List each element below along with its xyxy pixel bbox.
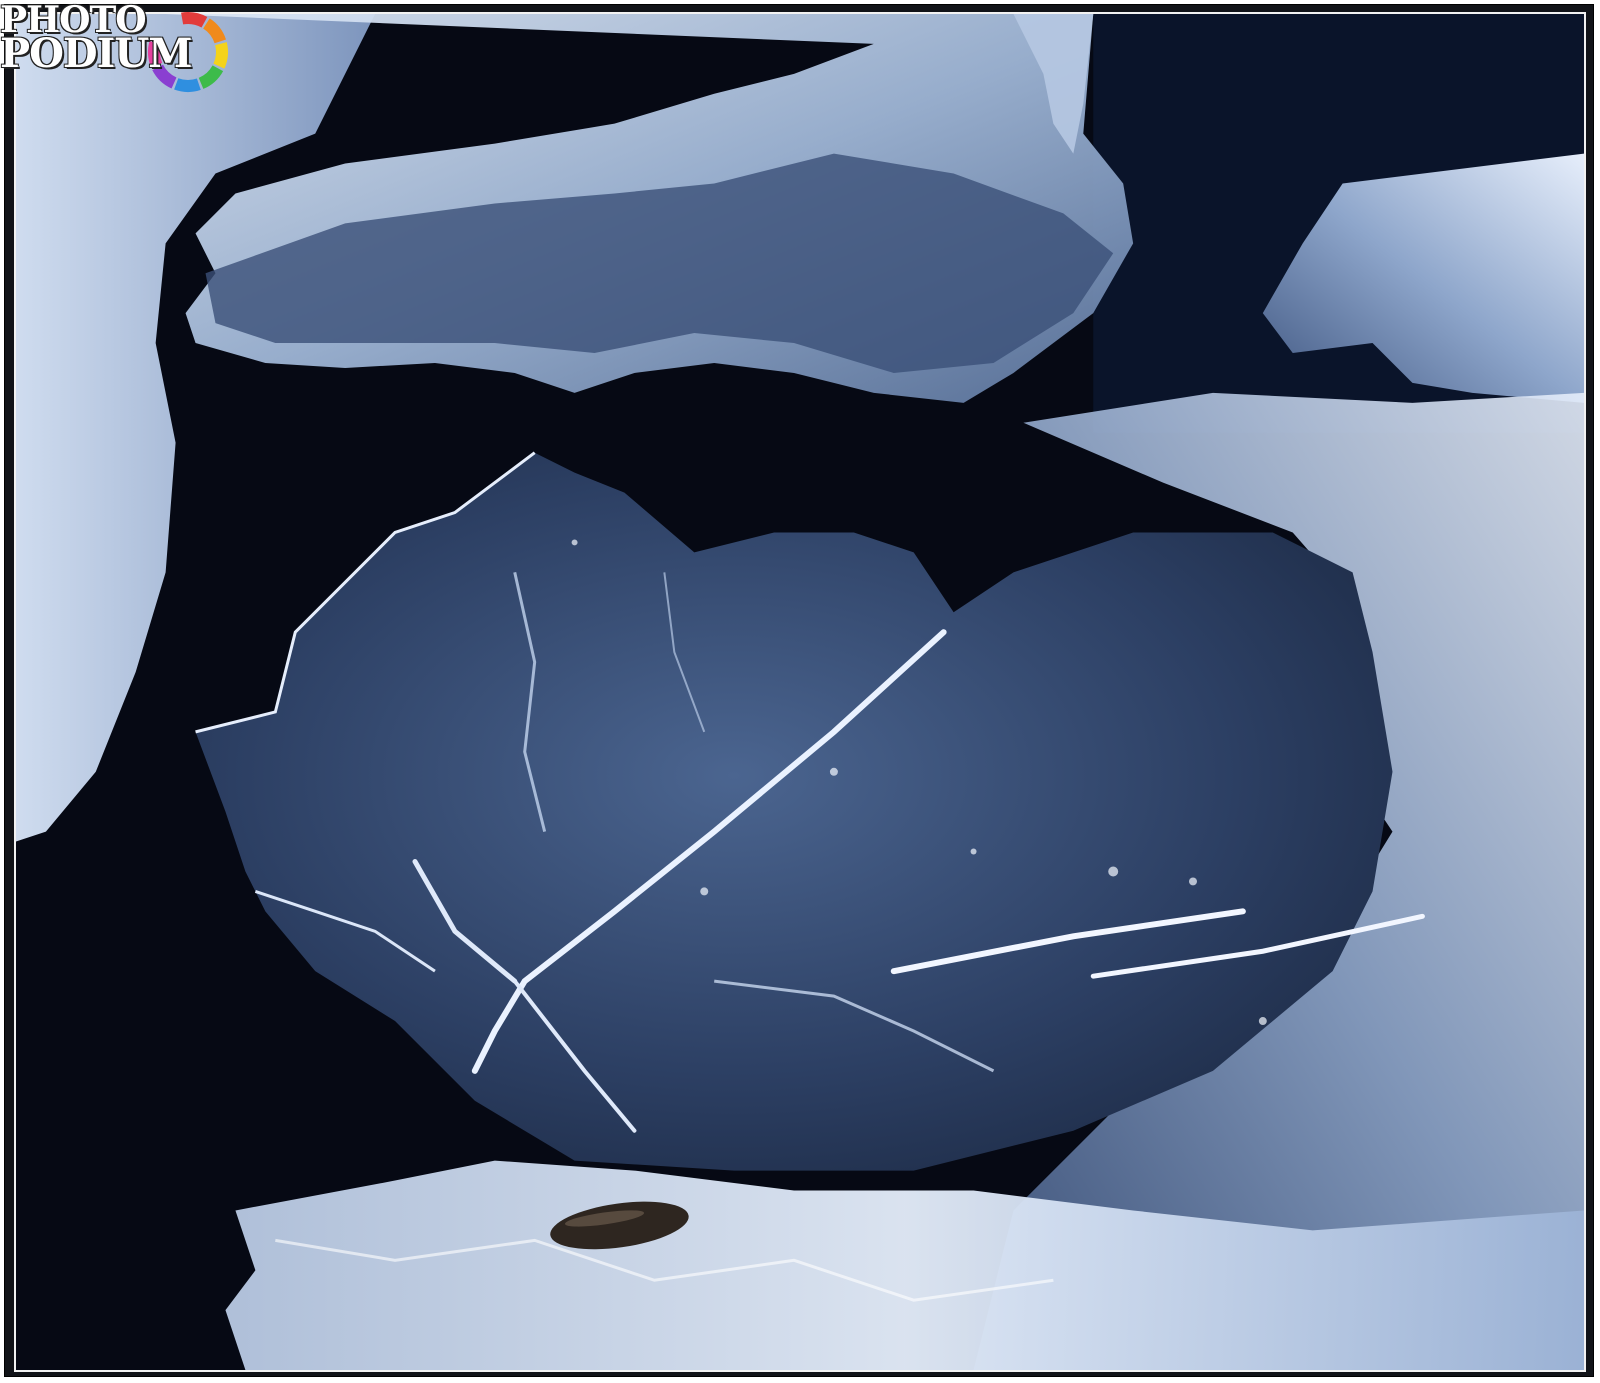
photo-area	[14, 12, 1586, 1372]
logo-ring-segment	[174, 78, 201, 92]
logo-ring-segment	[181, 12, 208, 28]
ice-photograph	[16, 14, 1584, 1370]
logo-ring-segment	[198, 65, 224, 89]
logo-text-podium: PODIUM	[0, 30, 192, 77]
logo-ring-segment	[213, 42, 228, 69]
photopodium-logo: PHOTO PODIUM	[0, 0, 240, 110]
logo-ring-segment	[202, 18, 226, 44]
